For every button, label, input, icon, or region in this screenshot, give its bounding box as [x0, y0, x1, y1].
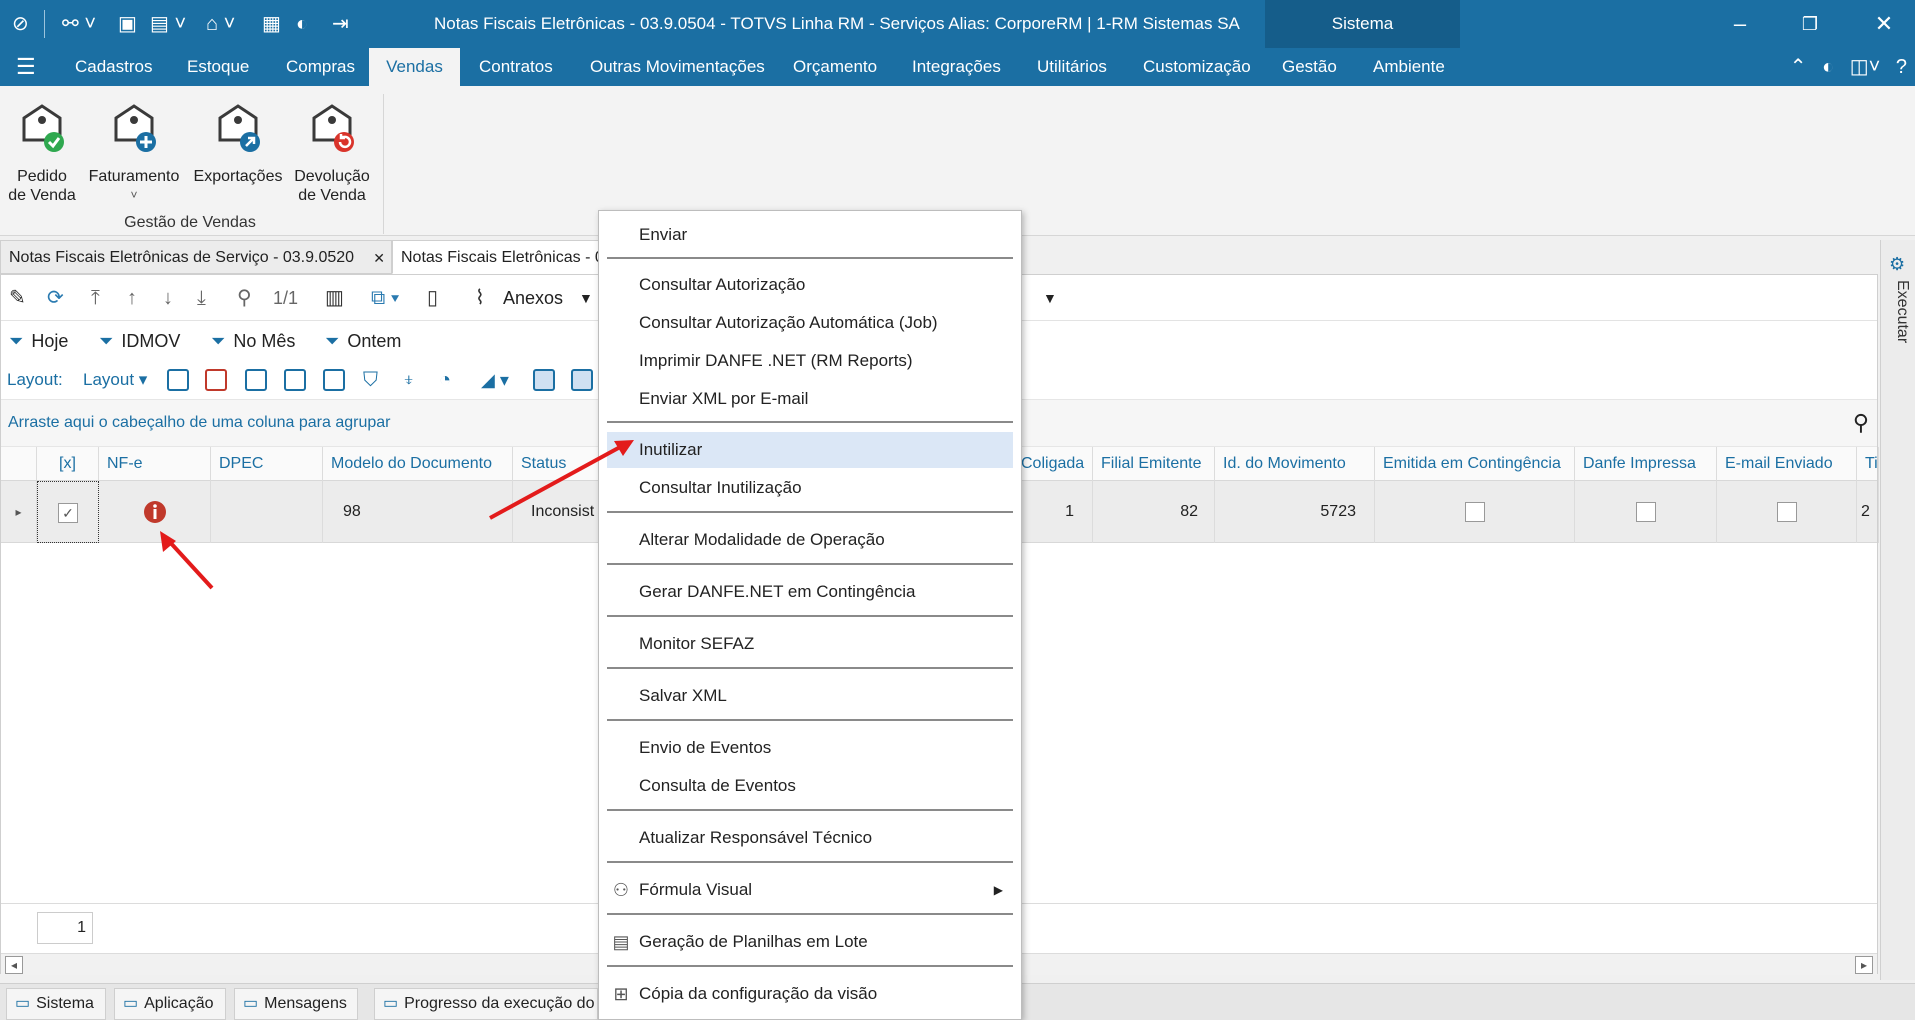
annotation-arrows [160, 440, 634, 590]
arrow-to-error-icon [160, 531, 214, 590]
arrow-to-inutilizar [489, 440, 634, 520]
